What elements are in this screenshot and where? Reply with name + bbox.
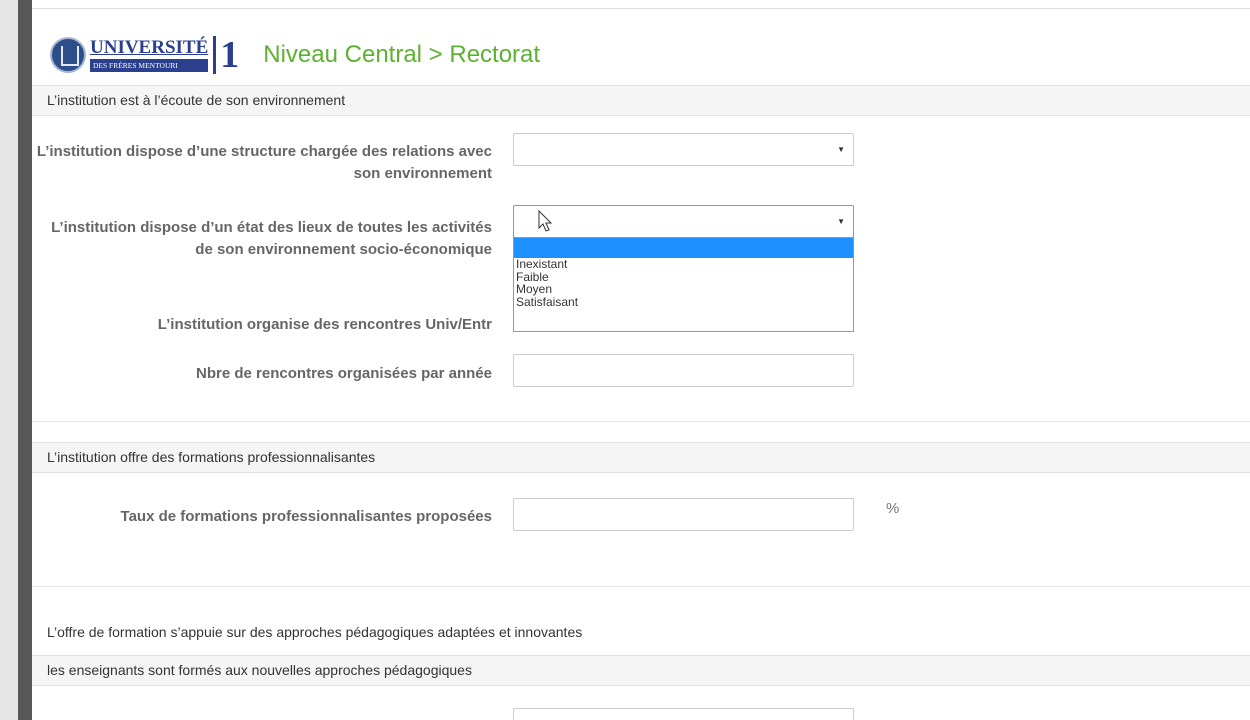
structure-relations-select[interactable]: ▼ bbox=[513, 133, 854, 166]
etat-des-lieux-dropdown-list: Inexistant Faible Moyen Satisfaisant bbox=[513, 237, 854, 332]
section-divider bbox=[32, 586, 1250, 587]
caret-down-icon: ▼ bbox=[837, 217, 845, 226]
left-margin bbox=[0, 0, 18, 720]
left-sidebar-strip bbox=[18, 0, 32, 720]
dropdown-option-moyen[interactable]: Moyen bbox=[514, 283, 853, 296]
form-content: UNIVERSITÉ DES FRÈRES MENTOURI 1 Niveau … bbox=[32, 9, 1250, 720]
logo-subtitle: DES FRÈRES MENTOURI bbox=[90, 59, 209, 72]
nbre-rencontres-label: Nbre de rencontres organisées par année bbox=[196, 365, 492, 382]
page-header: UNIVERSITÉ DES FRÈRES MENTOURI 1 Niveau … bbox=[50, 25, 540, 85]
logo-word: UNIVERSITÉ bbox=[90, 37, 209, 58]
etat-des-lieux-select[interactable]: ▼ bbox=[513, 205, 854, 238]
section-header-formations: L’institution offre des formations profe… bbox=[32, 442, 1250, 473]
university-logo-icon: UNIVERSITÉ DES FRÈRES MENTOURI 1 bbox=[50, 30, 239, 80]
logo-seal bbox=[50, 37, 86, 73]
partial-field-input[interactable] bbox=[513, 708, 854, 720]
percent-unit: % bbox=[886, 500, 900, 517]
page-title: Niveau Central > Rectorat bbox=[263, 41, 541, 68]
section-header-pedagogie: L’offre de formation s’appuie sur des ap… bbox=[47, 624, 583, 640]
section-subheader-enseignants: les enseignants sont formés aux nouvelle… bbox=[32, 655, 1250, 686]
taux-formations-label: Taux de formations professionnalisantes … bbox=[120, 508, 492, 525]
rencontres-univ-entr-label: L’institution organise des rencontres Un… bbox=[157, 316, 492, 333]
dropdown-option-empty[interactable] bbox=[514, 238, 853, 258]
dropdown-option-satisfaisant[interactable]: Satisfaisant bbox=[514, 296, 853, 309]
dropdown-option-inexistant[interactable]: Inexistant bbox=[514, 258, 853, 271]
etat-des-lieux-label: L’institution dispose d’un état des lieu… bbox=[51, 219, 492, 258]
taux-formations-input[interactable] bbox=[513, 498, 854, 531]
section-divider bbox=[32, 421, 1250, 422]
section-header-environment: L’institution est à l’écoute de son envi… bbox=[32, 85, 1250, 116]
logo-number: 1 bbox=[213, 36, 239, 74]
mouse-pointer-icon bbox=[538, 210, 553, 232]
nbre-rencontres-input[interactable] bbox=[513, 354, 854, 387]
dropdown-option-faible[interactable]: Faible bbox=[514, 271, 853, 284]
caret-down-icon: ▼ bbox=[837, 145, 845, 154]
structure-relations-label: L’institution dispose d’une structure ch… bbox=[36, 143, 492, 182]
